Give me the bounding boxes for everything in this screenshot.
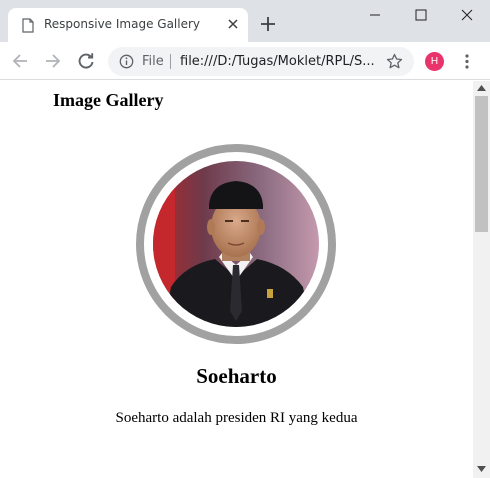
info-icon[interactable] bbox=[119, 54, 134, 69]
close-icon[interactable] bbox=[226, 17, 240, 31]
vertical-scrollbar[interactable] bbox=[473, 81, 490, 478]
kebab-menu-icon[interactable] bbox=[461, 53, 473, 70]
forward-arrow-icon[interactable] bbox=[43, 51, 63, 71]
portrait-photo bbox=[153, 161, 319, 327]
plus-icon[interactable] bbox=[260, 16, 276, 32]
scroll-thumb[interactable] bbox=[475, 96, 488, 232]
address-separator bbox=[170, 54, 171, 69]
reload-icon[interactable] bbox=[76, 51, 96, 71]
avatar[interactable]: H bbox=[425, 52, 444, 71]
window-close-icon[interactable] bbox=[444, 0, 490, 30]
address-bar[interactable]: File file:///D:/Tugas/Moklet/RPL/S... bbox=[108, 47, 414, 76]
address-url[interactable]: file:///D:/Tugas/Moklet/RPL/S... bbox=[180, 54, 375, 69]
browser-tab[interactable]: Responsive Image Gallery bbox=[8, 8, 248, 42]
page-title: Image Gallery bbox=[53, 90, 164, 110]
browser-toolbar: File file:///D:/Tugas/Moklet/RPL/S... bbox=[0, 42, 490, 80]
person-name: Soeharto bbox=[196, 364, 277, 388]
tab-title: Responsive Image Gallery bbox=[44, 17, 201, 31]
person-description: Soeharto adalah presiden RI yang kedua bbox=[115, 410, 358, 426]
title-bar: Responsive Image Gallery bbox=[0, 0, 490, 42]
page-icon bbox=[22, 18, 34, 33]
minimize-icon[interactable] bbox=[352, 0, 398, 30]
portrait-image[interactable] bbox=[136, 144, 336, 344]
page-viewport: Image Gallery Soeharto Soeharto adalah p… bbox=[0, 81, 473, 478]
maximize-icon[interactable] bbox=[398, 0, 444, 30]
scroll-up-arrow-icon[interactable] bbox=[477, 85, 486, 91]
star-icon[interactable] bbox=[386, 53, 403, 70]
address-scheme: File bbox=[142, 54, 164, 69]
back-arrow-icon[interactable] bbox=[10, 51, 30, 71]
scroll-down-arrow-icon[interactable] bbox=[477, 466, 486, 472]
